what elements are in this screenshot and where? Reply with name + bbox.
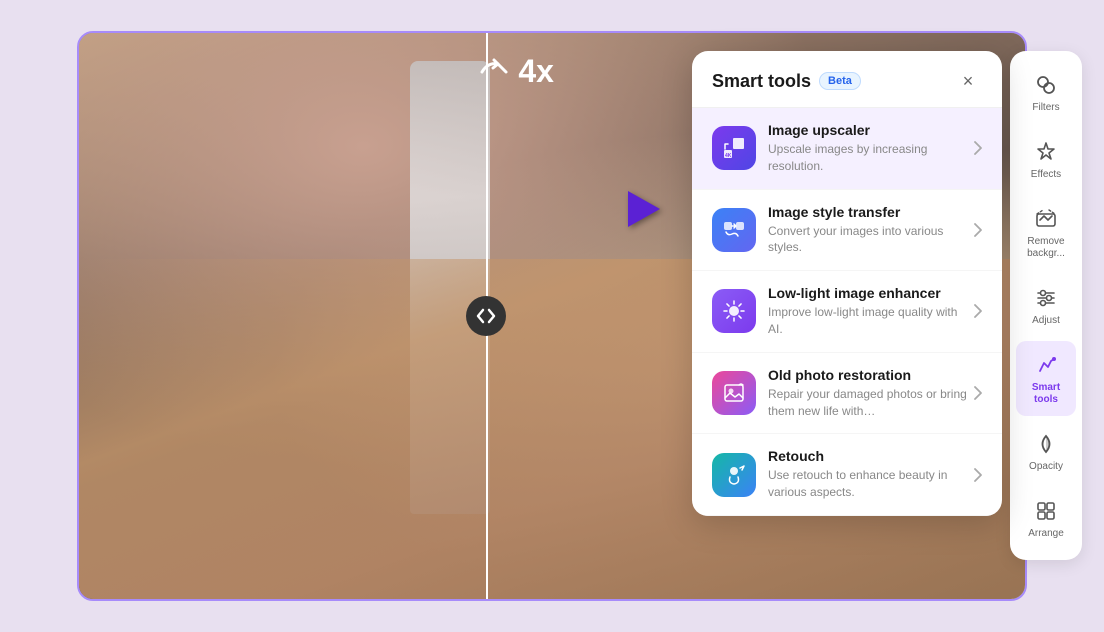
chevron-right-icon bbox=[974, 141, 982, 155]
chevron-right-icon bbox=[974, 468, 982, 482]
zoom-badge: 4x bbox=[476, 53, 554, 90]
tool-desc-old-photo-restoration: Repair your damaged photos or bring them… bbox=[768, 386, 974, 420]
adjust-icon bbox=[1032, 284, 1060, 312]
tool-desc-retouch: Use retouch to enhance beauty in various… bbox=[768, 467, 974, 501]
smart-tools-icon bbox=[1032, 351, 1060, 379]
tool-icon-low-light-enhancer bbox=[712, 289, 756, 333]
svg-text:4K: 4K bbox=[725, 153, 732, 159]
chevron-right-icon bbox=[974, 304, 982, 318]
panel-header: Smart tools Beta × bbox=[692, 51, 1002, 108]
sidebar-label-adjust: Adjust bbox=[1032, 315, 1060, 327]
sidebar-label-opacity: Opacity bbox=[1029, 461, 1063, 473]
tool-name-old-photo-restoration: Old photo restoration bbox=[768, 367, 974, 383]
sidebar-item-remove-background[interactable]: Remove backgr... bbox=[1016, 195, 1076, 270]
sidebar-item-adjust[interactable]: Adjust bbox=[1016, 274, 1076, 337]
tool-icon-image-style-transfer bbox=[712, 208, 756, 252]
tool-content-old-photo-restoration: Old photo restoration Repair your damaged… bbox=[768, 367, 974, 420]
right-sidebar: Filters Effects Remove backgr... Adjust … bbox=[1010, 51, 1082, 560]
tool-icon-retouch bbox=[712, 453, 756, 497]
panel-title-group: Smart tools Beta bbox=[712, 71, 861, 92]
tool-item-image-style-transfer[interactable]: Image style transfer Convert your images … bbox=[692, 190, 1002, 272]
panel-title: Smart tools bbox=[712, 71, 811, 92]
tool-name-image-upscaler: Image upscaler bbox=[768, 122, 974, 138]
tool-desc-image-upscaler: Upscale images by increasing resolution. bbox=[768, 141, 974, 175]
tool-content-image-style-transfer: Image style transfer Convert your images … bbox=[768, 204, 974, 257]
zoom-arrow-icon bbox=[476, 54, 514, 90]
opacity-icon bbox=[1032, 430, 1060, 458]
tool-icon-image-upscaler: 4K bbox=[712, 126, 756, 170]
close-button[interactable]: × bbox=[954, 67, 982, 95]
sidebar-item-smart-tools[interactable]: Smart tools bbox=[1016, 341, 1076, 416]
tool-item-retouch[interactable]: Retouch Use retouch to enhance beauty in … bbox=[692, 434, 1002, 516]
tool-item-low-light-enhancer[interactable]: Low-light image enhancer Improve low-ligh… bbox=[692, 271, 1002, 353]
main-container: 4x Smart tools Beta × 4K Image upscaler bbox=[22, 21, 1082, 611]
tool-content-low-light-enhancer: Low-light image enhancer Improve low-ligh… bbox=[768, 285, 974, 338]
smart-tools-panel: Smart tools Beta × 4K Image upscaler Upsc… bbox=[692, 51, 1002, 516]
sidebar-label-filters: Filters bbox=[1032, 102, 1059, 114]
remove-bg-icon bbox=[1032, 205, 1060, 233]
tool-desc-low-light-enhancer: Improve low-light image quality with AI. bbox=[768, 304, 974, 338]
chevron-right-icon bbox=[974, 223, 982, 237]
filters-icon bbox=[1032, 71, 1060, 99]
tool-content-image-upscaler: Image upscaler Upscale images by increasi… bbox=[768, 122, 974, 175]
tool-name-low-light-enhancer: Low-light image enhancer bbox=[768, 285, 974, 301]
sidebar-item-effects[interactable]: Effects bbox=[1016, 128, 1076, 191]
tool-item-image-upscaler[interactable]: 4K Image upscaler Upscale images by incre… bbox=[692, 108, 1002, 190]
tool-item-old-photo-restoration[interactable]: Old photo restoration Repair your damaged… bbox=[692, 353, 1002, 435]
sidebar-label-arrange: Arrange bbox=[1028, 528, 1064, 540]
effects-icon bbox=[1032, 138, 1060, 166]
sidebar-label-smart-tools: Smart tools bbox=[1022, 382, 1070, 406]
chevron-right-icon bbox=[974, 386, 982, 400]
tool-name-image-style-transfer: Image style transfer bbox=[768, 204, 974, 220]
tool-list: 4K Image upscaler Upscale images by incre… bbox=[692, 108, 1002, 516]
arrange-icon bbox=[1032, 497, 1060, 525]
sidebar-item-arrange[interactable]: Arrange bbox=[1016, 487, 1076, 550]
split-handle[interactable] bbox=[466, 296, 506, 336]
sidebar-label-effects: Effects bbox=[1031, 169, 1061, 181]
tool-name-retouch: Retouch bbox=[768, 448, 974, 464]
sidebar-label-remove-background: Remove backgr... bbox=[1022, 236, 1070, 260]
sidebar-item-filters[interactable]: Filters bbox=[1016, 61, 1076, 124]
tool-content-retouch: Retouch Use retouch to enhance beauty in … bbox=[768, 448, 974, 501]
tool-icon-old-photo-restoration bbox=[712, 371, 756, 415]
beta-badge: Beta bbox=[819, 72, 861, 90]
zoom-label: 4x bbox=[518, 53, 554, 90]
sidebar-item-opacity[interactable]: Opacity bbox=[1016, 420, 1076, 483]
tool-desc-image-style-transfer: Convert your images into various styles. bbox=[768, 223, 974, 257]
